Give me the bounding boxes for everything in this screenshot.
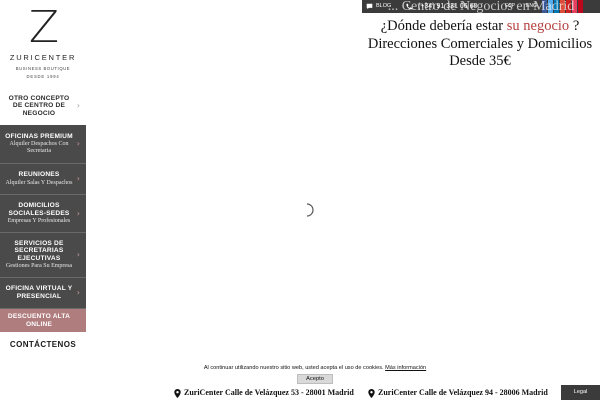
footer-address-text: ZuriCenter Calle de Velázquez 53 - 28001… (184, 388, 354, 397)
footer-address-text: ZuriCenter Calle de Velázquez 94 - 28006… (378, 388, 548, 397)
sidebar-item-desc: Empresas Y Profesionales (7, 218, 71, 225)
logo-brand: ZURICENTER (9, 53, 77, 62)
cookie-banner: Al continuar utilizando nuestro sitio we… (170, 365, 460, 384)
chevron-right-icon: › (76, 288, 80, 297)
sidebar-item-title: REUNIONES (18, 171, 60, 179)
sidebar: Z ZURICENTER BUSINESS BOUTIQUE DESDE 199… (0, 0, 86, 400)
hero-price: Desde 35€ (449, 53, 511, 69)
sidebar-item-title: DESCUENTO ALTA ONLINE (7, 312, 71, 328)
sidebar-item-title: OFICINAS PREMIUM (5, 132, 73, 140)
chevron-right-icon: › (76, 208, 80, 218)
hero-subtitle: Direcciones Comerciales y Domicilios (367, 36, 593, 52)
sidebar-item-secretarias[interactable]: SERVICIOS DE SECRETARIAS EJECUTIVAS Gest… (0, 233, 86, 278)
cookie-accept-button[interactable]: Acepto (296, 374, 334, 384)
logo-tagline: BUSINESS BOUTIQUE (15, 66, 71, 71)
sidebar-item-title: SERVICIOS DE SECRETARIAS EJECUTIVAS (14, 239, 64, 262)
hero-overlay-heading: ... Centro de Negocios en Madrid (387, 0, 575, 13)
sidebar-item-oficina-virtual[interactable]: OFICINA VIRTUAL Y PRESENCIAL › (0, 278, 86, 309)
sidebar-item-oficinas-premium[interactable]: OFICINAS PREMIUM Alquiler Despachos Con … (0, 125, 86, 164)
cookie-more-info-link[interactable]: Más información (385, 365, 426, 371)
hero-question-mark: ? (572, 18, 580, 34)
logo-mark: Z (28, 2, 59, 53)
logo-since: DESDE 1994 (26, 74, 60, 79)
cookie-text: Al continuar utilizando nuestro sitio we… (203, 365, 384, 371)
hero-highlight: su negocio (506, 18, 570, 34)
sidebar-item-desc: Alquiler Despachos Con Secretaria (9, 141, 69, 155)
loading-spinner-icon (306, 203, 314, 217)
legal-link[interactable]: Legal (561, 385, 600, 400)
map-pin-icon (368, 389, 375, 398)
chevron-right-icon: › (76, 101, 80, 110)
sidebar-item-descuento[interactable]: DESCUENTO ALTA ONLINE (0, 309, 86, 332)
hero-question-text: ¿Dónde debería estar (380, 18, 504, 34)
contact-link[interactable]: CONTÁCTENOS (0, 340, 86, 349)
sidebar-item-otro-concepto[interactable]: OTRO CONCEPTO DE CENTRO DE NEGOCIO › (0, 88, 86, 124)
chevron-right-icon: › (76, 139, 80, 148)
sidebar-item-desc: Gestiones Para Su Empresa (5, 263, 73, 270)
sidebar-item-title: DOMICILIOS SOCIALES-SEDES (8, 201, 70, 217)
sidebar-item-reuniones[interactable]: REUNIONES Alquiler Salas Y Despachos › (0, 164, 86, 195)
map-pin-icon (174, 389, 181, 398)
logo[interactable]: Z ZURICENTER BUSINESS BOUTIQUE DESDE 199… (0, 6, 86, 84)
hero-question: ¿Dónde debería estar su negocio ? (360, 18, 600, 35)
sidebar-item-desc: Alquiler Salas Y Despachos (5, 179, 73, 186)
chevron-right-icon: › (76, 174, 80, 183)
chevron-right-icon: › (76, 250, 80, 259)
cookie-message: Al continuar utilizando nuestro sitio we… (170, 365, 460, 371)
sidebar-item-domicilios-sociales[interactable]: DOMICILIOS SOCIALES-SEDES Empresas Y Pro… (0, 195, 86, 233)
sidebar-item-title: OFICINA VIRTUAL Y PRESENCIAL (5, 285, 73, 300)
sidebar-item-title: OTRO CONCEPTO DE CENTRO DE NEGOCIO (8, 94, 70, 117)
